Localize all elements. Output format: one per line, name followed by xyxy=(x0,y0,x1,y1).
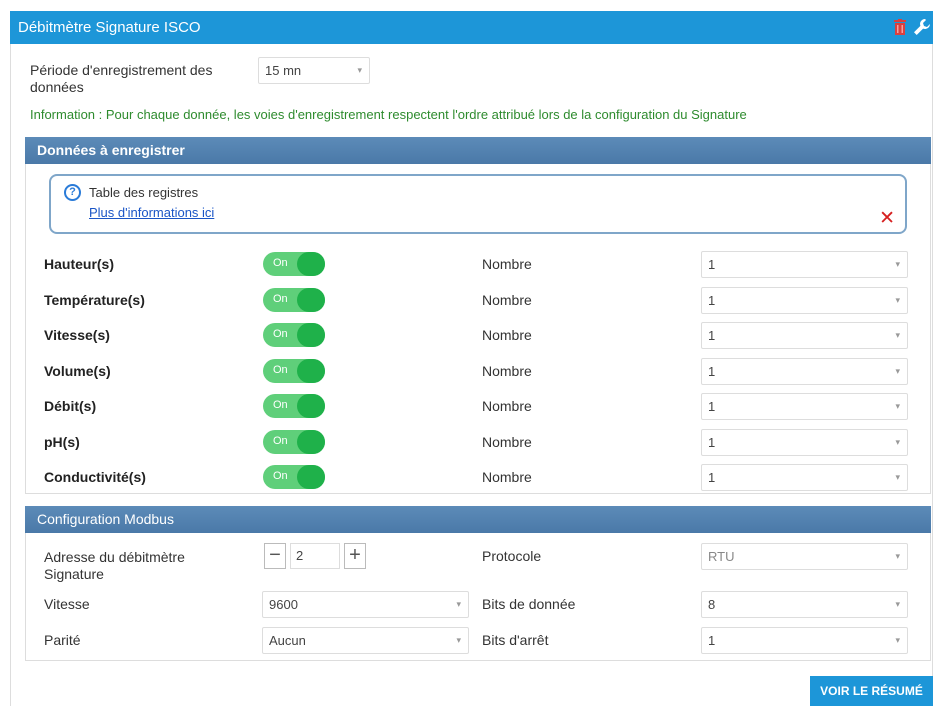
window-titlebar: Débitmètre Signature ISCO xyxy=(10,11,933,44)
toggle-switch[interactable]: On xyxy=(263,465,325,489)
toggle-knob xyxy=(297,287,325,312)
toggle-on-label: On xyxy=(273,399,288,411)
chevron-down-icon: ▾ xyxy=(456,599,461,609)
address-label: Adresse du débitmètre Signature xyxy=(44,549,185,582)
toggle-switch[interactable]: On xyxy=(263,252,325,276)
question-icon: ? xyxy=(64,184,81,201)
toggle-knob xyxy=(297,358,325,383)
nombre-label: Nombre xyxy=(482,291,532,308)
count-select[interactable]: 1 ▾ xyxy=(701,393,908,420)
toggle-on-label: On xyxy=(273,292,288,305)
nombre-label: Nombre xyxy=(482,327,532,343)
databits-value: 8 xyxy=(708,597,716,612)
close-icon[interactable]: ✕ xyxy=(879,207,895,230)
help-box: ? Table des registres Plus d'information… xyxy=(49,174,907,234)
help-link[interactable]: Plus d'informations ici xyxy=(89,205,214,220)
nombre-label: Nombre xyxy=(482,398,532,414)
toggle-on-label: On xyxy=(273,328,288,340)
chevron-down-icon: ▾ xyxy=(357,65,362,75)
row-label: Vitesse(s) xyxy=(44,327,110,343)
toggle-switch[interactable]: On xyxy=(263,323,325,347)
toggle-on-label: On xyxy=(273,257,288,269)
chevron-down-icon: ▾ xyxy=(895,294,900,305)
count-select[interactable]: 1 ▾ xyxy=(701,428,908,456)
toggle-switch[interactable]: On xyxy=(263,287,325,312)
chevron-down-icon: ▾ xyxy=(895,330,900,340)
count-select[interactable]: 1 ▾ xyxy=(701,286,908,314)
address-value[interactable]: 2 xyxy=(290,543,340,569)
info-message: Information : Pour chaque donnée, les vo… xyxy=(30,107,747,122)
stopbits-value: 1 xyxy=(708,633,716,648)
trash-icon[interactable] xyxy=(894,19,906,35)
chevron-down-icon: ▾ xyxy=(456,635,461,645)
protocol-select[interactable]: RTU ▾ xyxy=(701,543,908,570)
count-value: 1 xyxy=(708,434,716,450)
row-label: Débit(s) xyxy=(44,398,97,414)
row-label: Température(s) xyxy=(44,291,145,308)
parity-value: Aucun xyxy=(269,633,306,648)
speed-value: 9600 xyxy=(269,597,298,612)
toggle-switch[interactable]: On xyxy=(263,358,325,383)
chevron-down-icon: ▾ xyxy=(895,365,900,376)
toggle-knob xyxy=(297,465,325,489)
count-value: 1 xyxy=(708,328,716,343)
count-select[interactable]: 1 ▾ xyxy=(701,251,908,278)
count-select[interactable]: 1 ▾ xyxy=(701,322,908,349)
toggle-knob xyxy=(297,429,325,454)
row-label: pH(s) xyxy=(44,433,80,450)
increment-button[interactable]: + xyxy=(344,543,366,569)
row-label: Conductivité(s) xyxy=(44,469,146,485)
section-header-data: Données à enregistrer xyxy=(25,137,931,164)
databits-select[interactable]: 8 ▾ xyxy=(701,591,908,618)
period-value: 15 mn xyxy=(265,63,302,78)
nombre-label: Nombre xyxy=(482,433,532,450)
toggle-on-label: On xyxy=(273,363,288,376)
speed-select[interactable]: 9600 ▾ xyxy=(262,591,469,618)
protocol-value: RTU xyxy=(708,549,735,564)
count-value: 1 xyxy=(708,470,716,485)
address-stepper[interactable]: − 2 + xyxy=(264,543,369,569)
chevron-down-icon: ▾ xyxy=(895,599,900,609)
decrement-button[interactable]: − xyxy=(264,543,286,569)
wrench-icon[interactable] xyxy=(913,18,931,36)
toggle-on-label: On xyxy=(273,470,288,482)
stopbits-select[interactable]: 1 ▾ xyxy=(701,627,908,654)
view-summary-button[interactable]: VOIR LE RÉSUMÉ xyxy=(810,676,933,706)
count-value: 1 xyxy=(708,257,716,272)
toggle-knob xyxy=(297,252,325,276)
chevron-down-icon: ▾ xyxy=(895,472,900,482)
speed-label: Vitesse xyxy=(44,596,90,612)
row-label: Hauteur(s) xyxy=(44,256,115,272)
row-label: Volume(s) xyxy=(44,362,111,379)
chevron-down-icon: ▾ xyxy=(895,259,900,269)
databits-label: Bits de donnée xyxy=(482,596,576,612)
toggle-switch[interactable]: On xyxy=(263,394,325,418)
nombre-label: Nombre xyxy=(482,256,532,272)
section-header-modbus: Configuration Modbus xyxy=(25,506,931,533)
period-label: Période d'enregistrement des données xyxy=(30,62,213,95)
nombre-label: Nombre xyxy=(482,362,532,379)
count-value: 1 xyxy=(708,292,716,308)
chevron-down-icon: ▾ xyxy=(895,635,900,645)
count-value: 1 xyxy=(708,363,716,379)
count-value: 1 xyxy=(708,399,716,414)
toggle-on-label: On xyxy=(273,434,288,447)
chevron-down-icon: ▾ xyxy=(895,401,900,411)
stopbits-label: Bits d'arrêt xyxy=(482,632,549,648)
toggle-switch[interactable]: On xyxy=(263,429,325,454)
help-title: Table des registres xyxy=(89,185,199,200)
toggle-knob xyxy=(297,394,325,418)
window-title: Débitmètre Signature ISCO xyxy=(18,19,201,36)
protocol-label: Protocole xyxy=(482,548,542,564)
parity-select[interactable]: Aucun ▾ xyxy=(262,627,469,654)
period-select[interactable]: 15 mn ▾ xyxy=(258,57,370,84)
parity-label: Parité xyxy=(44,632,81,648)
toggle-knob xyxy=(297,323,325,347)
nombre-label: Nombre xyxy=(482,469,532,485)
count-select[interactable]: 1 ▾ xyxy=(701,357,908,385)
chevron-down-icon: ▾ xyxy=(895,551,900,561)
chevron-down-icon: ▾ xyxy=(895,436,900,447)
count-select[interactable]: 1 ▾ xyxy=(701,464,908,491)
